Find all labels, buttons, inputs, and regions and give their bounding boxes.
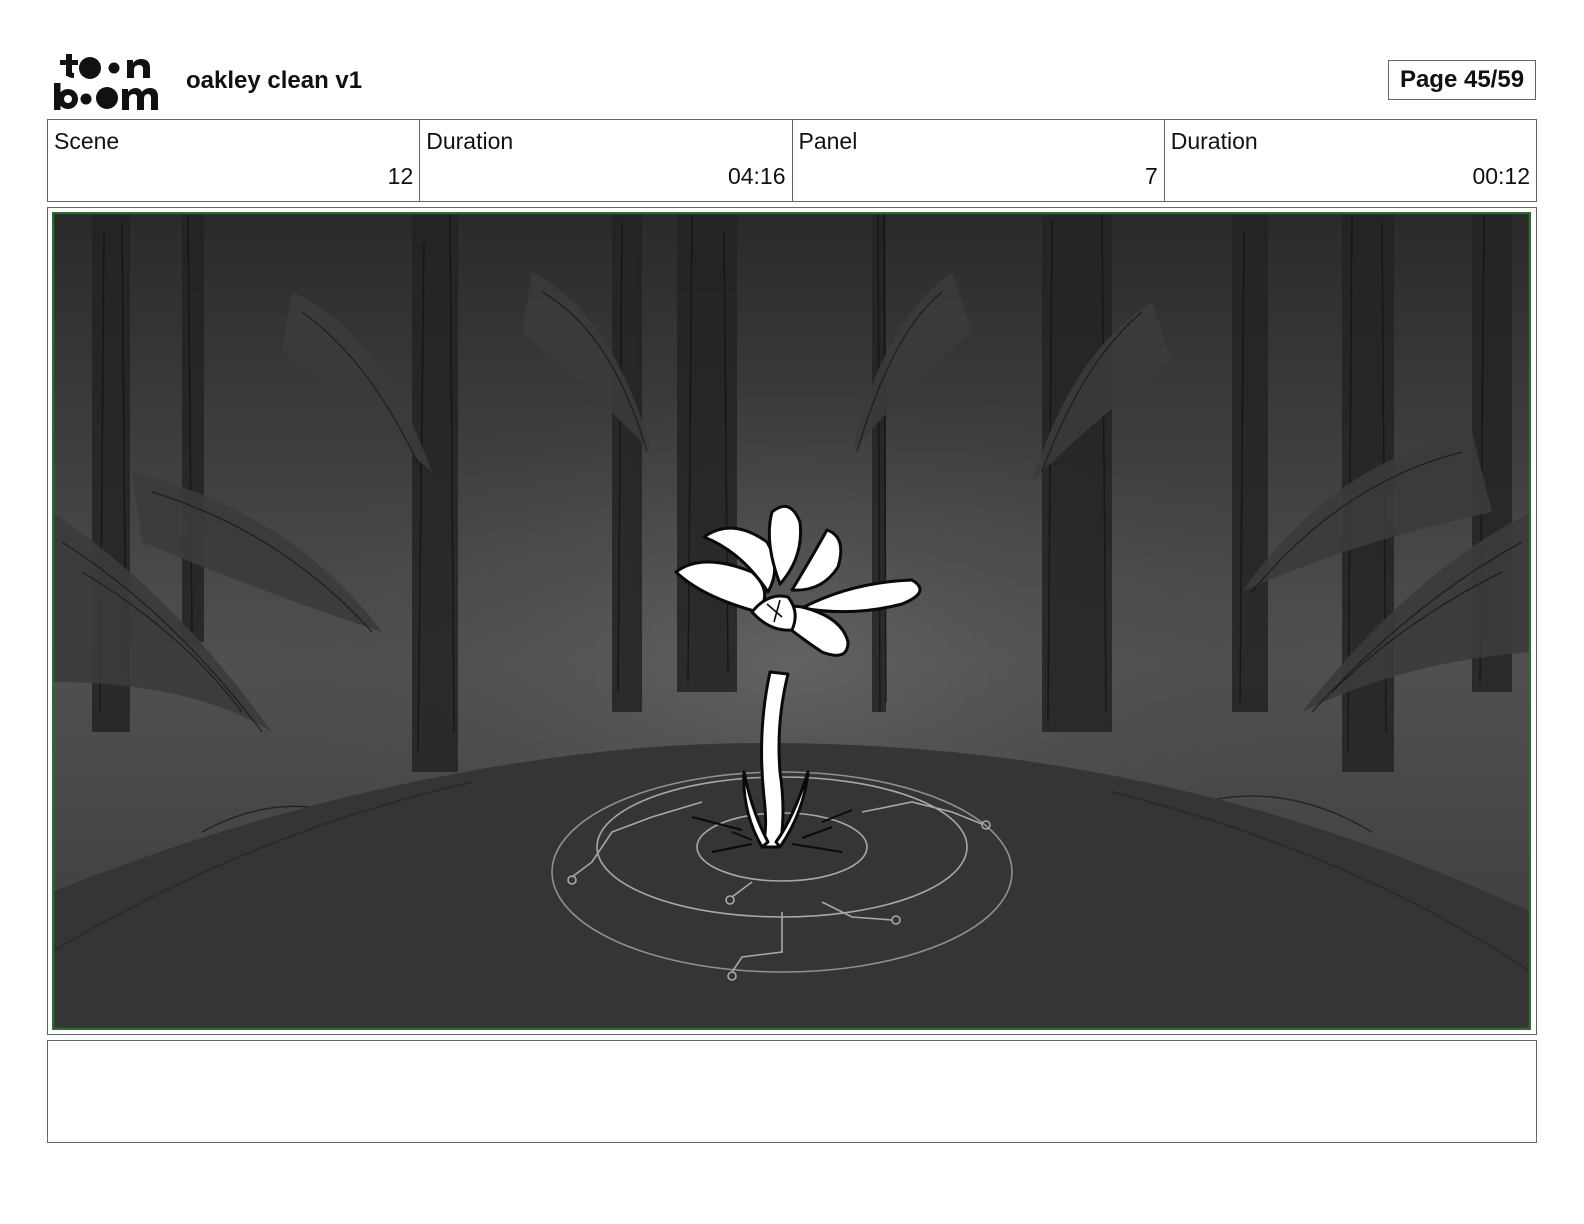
scene-duration-label: Duration xyxy=(426,128,514,154)
panel-duration-label: Duration xyxy=(1170,128,1258,154)
scene-label: Scene xyxy=(54,128,120,154)
panel-label: Panel xyxy=(798,128,858,154)
panel-duration-cell: Duration 00:12 xyxy=(1165,120,1536,201)
scene-value: 12 xyxy=(387,163,414,189)
panel-cell: Panel 7 xyxy=(793,120,1165,201)
scene-info-bar: Scene 12 Duration 04:16 Panel 7 Duration… xyxy=(47,119,1537,202)
page-counter: Page 45/59 xyxy=(1388,60,1536,100)
storyboard-panel xyxy=(47,207,1537,1035)
panel-drawing xyxy=(52,212,1531,1030)
panel-notes-box xyxy=(47,1040,1537,1143)
project-title: oakley clean v1 xyxy=(186,67,363,94)
toon-boom-logo-icon xyxy=(54,54,158,110)
panel-value: 7 xyxy=(1144,163,1158,189)
scene-cell: Scene 12 xyxy=(48,120,421,201)
scene-duration-cell: Duration 04:16 xyxy=(420,120,793,201)
panel-duration-value: 00:12 xyxy=(1472,163,1530,189)
scene-duration-value: 04:16 xyxy=(727,163,786,189)
